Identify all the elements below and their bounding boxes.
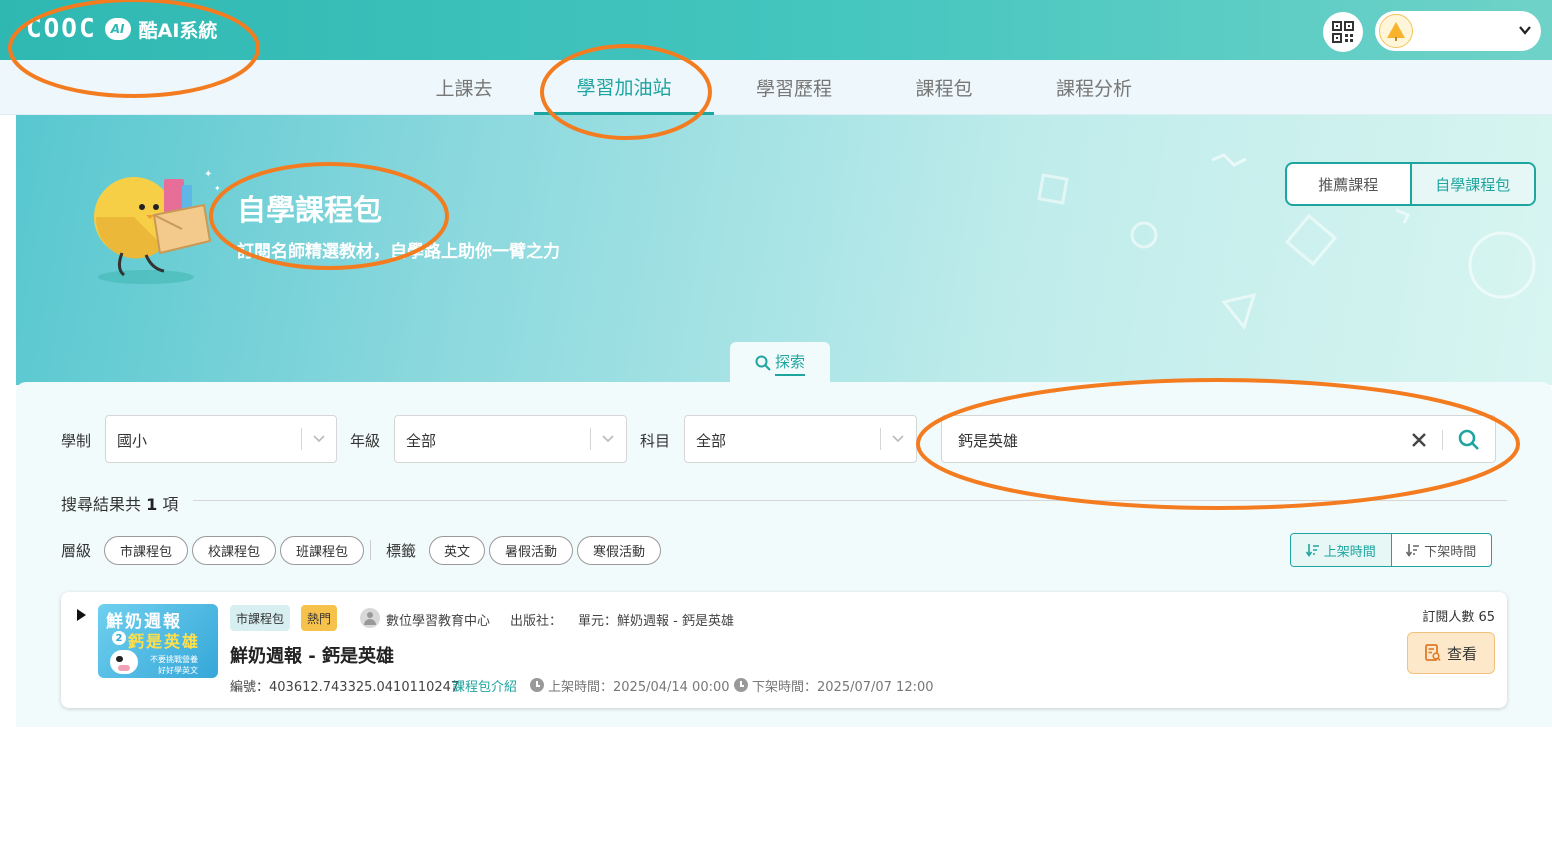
logo-ai-badge: AI [104,18,131,40]
course-pack-card[interactable]: 鮮奶週報 2 鈣是英雄 不要挑戰營養 好好學英文 市課程包 熱門 數位學習教育中… [61,592,1507,708]
level-label: 層級 [61,542,92,560]
clock-icon [530,678,544,692]
course-code: 編號：403612.743325.0410110247 [230,680,460,695]
course-title[interactable]: 鮮奶週報 - 鈣是英雄 [230,642,394,668]
sort-toggle: 上架時間 下架時間 [1290,533,1492,567]
result-count: 搜尋結果共 1 項 [61,491,178,515]
subscriber-count: 訂閱人數 65 [1422,610,1495,625]
subject-label: 科目 [640,432,671,450]
thumbnail-subtitle: 鈣是英雄 [128,632,201,651]
grade-label: 年級 [350,432,381,450]
logo-text: 酷AI系統 [138,19,218,42]
hot-badge: 熱門 [301,605,337,631]
publish-time: 上架時間：2025/04/14 00:00 [548,680,730,695]
app-logo[interactable]: COOC AI 酷AI系統 [26,14,217,44]
close-icon[interactable] [1407,428,1431,452]
search-icon [755,355,771,371]
main-nav: 上課去 學習加油站 學習歷程 課程包 課程分析 [0,60,1552,115]
sort-desc-icon [1406,544,1420,557]
mascot-illustration: ✦ ✦ [94,169,221,284]
person-icon [360,608,380,628]
author-name: 數位學習教育中心 [386,614,491,629]
nav-item-learning-history[interactable]: 學習歷程 [734,60,854,115]
chevron-down-icon [602,435,614,443]
chevron-down-icon [892,435,904,443]
chip-class-pack[interactable]: 班課程包 [280,536,364,565]
chip-summer-activity[interactable]: 暑假活動 [489,536,573,565]
tree-avatar-icon [1387,22,1405,41]
sort-by-publish-label: 上架時間 [1323,544,1376,560]
subject-select[interactable]: 全部 [684,415,917,463]
publisher: 出版社： [510,614,563,629]
qr-code-button[interactable] [1323,12,1363,52]
recommended-courses-button[interactable]: 推薦課程 [1287,164,1410,204]
course-thumbnail[interactable]: 鮮奶週報 2 鈣是英雄 不要挑戰營養 好好學英文 [98,604,218,678]
qr-code-icon [1332,21,1354,43]
nav-item-learning-station[interactable]: 學習加油站 [534,60,714,115]
divider [370,540,371,560]
sort-by-unpublish-button[interactable]: 下架時間 [1392,534,1492,566]
divider [193,500,1507,501]
chip-city-pack[interactable]: 市課程包 [104,536,188,565]
cow-icon [110,650,138,674]
unpublish-time: 下架時間：2025/07/07 12:00 [752,680,934,695]
view-button-label: 查看 [1446,644,1477,663]
logo-mark: COOC [26,14,97,44]
chip-winter-activity[interactable]: 寒假活動 [577,536,661,565]
result-count-prefix: 搜尋結果共 [61,495,142,514]
tab-explore-label: 探索 [774,351,805,376]
course-intro-link[interactable]: 課程包介紹 [452,676,517,695]
unit-info: 單元：鮮奶週報 - 鈣是英雄 [578,614,734,629]
chevron-down-icon [1519,26,1531,35]
system-select[interactable]: 國小 [105,415,337,463]
expand-triangle-icon[interactable] [75,608,87,622]
svg-text:✦: ✦ [214,184,221,193]
grade-select[interactable]: 全部 [394,415,627,463]
keyword-search [941,415,1496,463]
page-title: 自學課程包 [237,193,383,227]
avatar [1379,14,1413,48]
nav-item-course-analysis[interactable]: 課程分析 [1034,60,1154,115]
page-subtitle: 訂閱名師精選教材，自學路上助你一臂之力 [237,242,560,262]
chip-english[interactable]: 英文 [429,536,485,565]
tag-label: 標籤 [386,542,417,560]
nav-item-class[interactable]: 上課去 [414,60,514,115]
result-count-number: 1 [146,495,158,514]
level-tag: 市課程包 [230,605,290,631]
sort-by-unpublish-label: 下架時間 [1424,544,1477,560]
thumbnail-caption-1: 不要挑戰營養 [150,655,198,664]
search-input[interactable] [958,428,1378,452]
view-button[interactable]: 查看 [1407,632,1495,674]
self-study-packs-button[interactable]: 自學課程包 [1409,164,1534,204]
result-count-suffix: 項 [162,495,179,514]
document-search-icon [1425,644,1441,661]
subject-select-value: 全部 [696,432,727,450]
top-header: COOC AI 酷AI系統 [0,0,1552,60]
tab-explore[interactable]: 探索 [730,342,830,384]
course-type-toggle: 推薦課程 自學課程包 [1285,162,1536,206]
clock-icon [734,678,748,692]
grade-select-value: 全部 [406,432,437,450]
system-label: 學制 [61,432,92,450]
nav-item-course-pack[interactable]: 課程包 [884,60,1004,115]
user-menu-button[interactable] [1375,11,1541,51]
chip-school-pack[interactable]: 校課程包 [192,536,276,565]
search-icon[interactable] [1457,428,1481,452]
svg-text:✦: ✦ [204,169,212,180]
sort-by-publish-button[interactable]: 上架時間 [1291,534,1392,566]
thumbnail-caption-2: 好好學英文 [158,666,198,675]
chevron-down-icon [313,435,325,443]
system-select-value: 國小 [117,432,148,450]
sort-desc-icon [1305,544,1319,557]
thumbnail-issue-number: 2 [112,631,126,645]
